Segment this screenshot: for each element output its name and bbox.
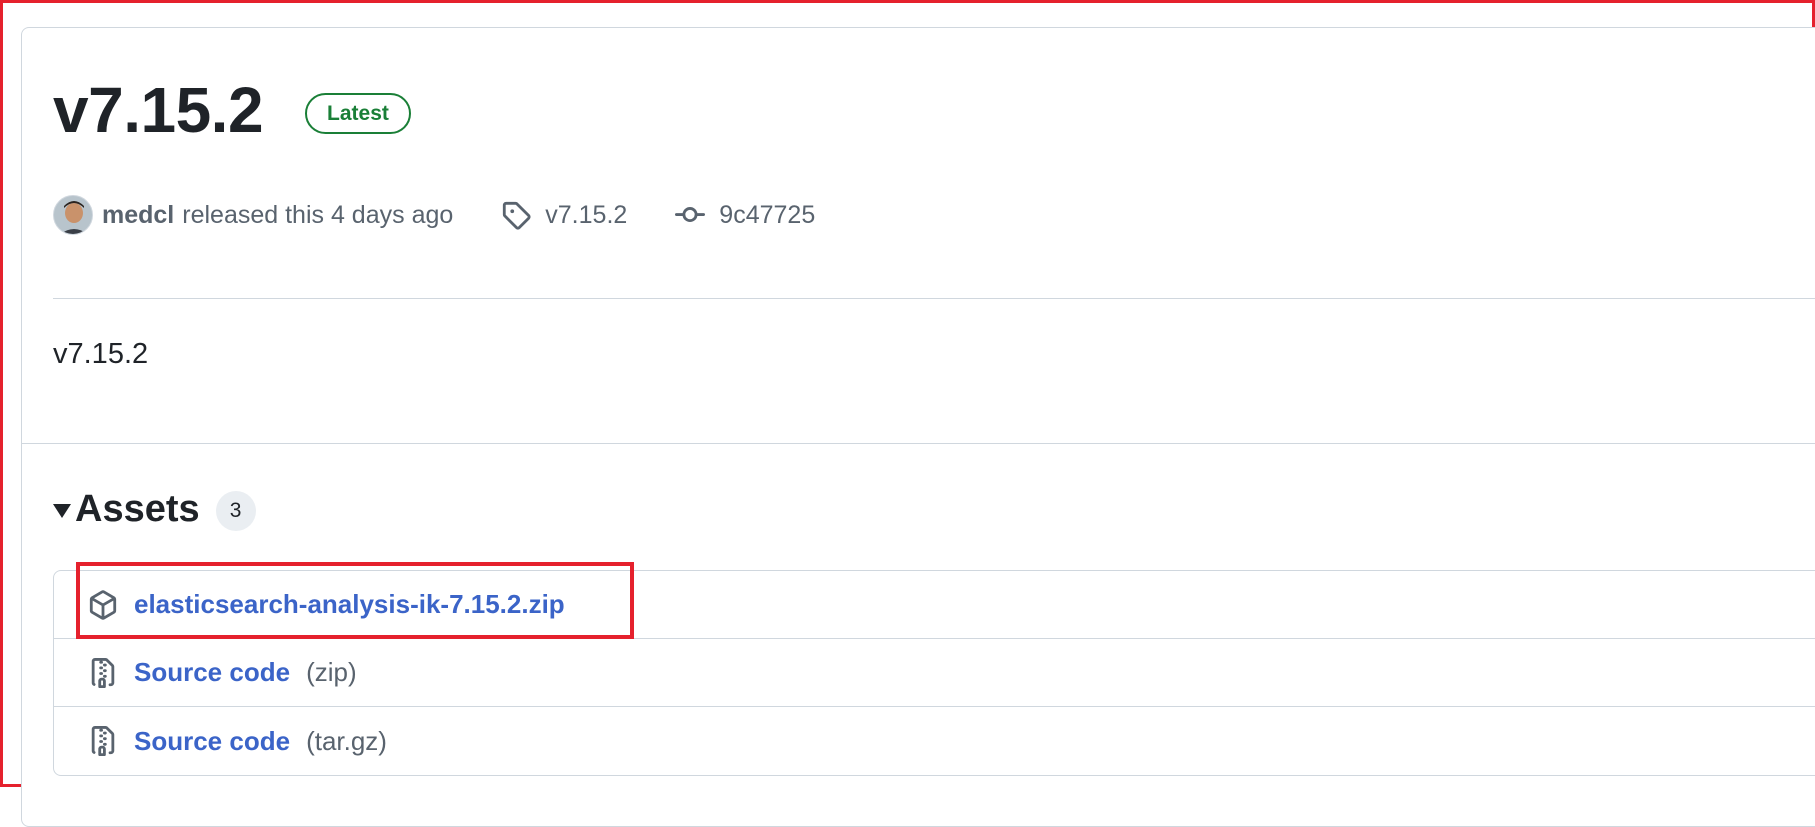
release-notes: v7.15.2 <box>53 338 149 370</box>
asset-format: (zip) <box>306 657 357 687</box>
asset-list: elasticsearch-analysis-ik-7.15.2.zip Sou… <box>53 570 1815 776</box>
package-icon <box>89 589 117 620</box>
source-code-zip-link[interactable]: Source code <box>134 657 290 688</box>
git-commit-icon <box>675 207 706 223</box>
tag-icon <box>503 201 531 230</box>
released-text: released this 4 days ago <box>182 200 454 229</box>
asset-row: Source code (zip) <box>54 639 1815 707</box>
asset-download-link[interactable]: elasticsearch-analysis-ik-7.15.2.zip <box>134 589 565 620</box>
commit-link[interactable]: 9c47725 <box>675 200 815 230</box>
caret-down-icon <box>53 504 71 518</box>
divider <box>53 298 1815 299</box>
divider <box>21 443 1815 444</box>
file-zip-icon <box>91 657 115 688</box>
source-code-targz-link[interactable]: Source code <box>134 726 290 757</box>
asset-row: elasticsearch-analysis-ik-7.15.2.zip <box>54 571 1815 639</box>
commit-hash: 9c47725 <box>719 200 816 229</box>
assets-toggle[interactable]: Assets 3 <box>53 487 256 531</box>
asset-row: Source code (tar.gz) <box>54 707 1815 775</box>
file-zip-icon <box>91 726 115 756</box>
release-meta: medcl released this 4 days ago v7.15.2 9… <box>53 193 815 237</box>
tag-link[interactable]: v7.15.2 <box>501 200 627 230</box>
tag-label: v7.15.2 <box>545 200 628 229</box>
latest-badge: Latest <box>305 92 411 134</box>
assets-title: Assets <box>75 487 200 530</box>
author-avatar[interactable] <box>53 195 93 235</box>
release-title[interactable]: v7.15.2 <box>53 78 264 142</box>
release-header: v7.15.2 Latest <box>53 78 411 142</box>
avatar-image <box>54 196 92 234</box>
author-name[interactable]: medcl <box>102 201 174 230</box>
assets-count-badge: 3 <box>215 491 256 531</box>
asset-format: (tar.gz) <box>306 725 387 756</box>
